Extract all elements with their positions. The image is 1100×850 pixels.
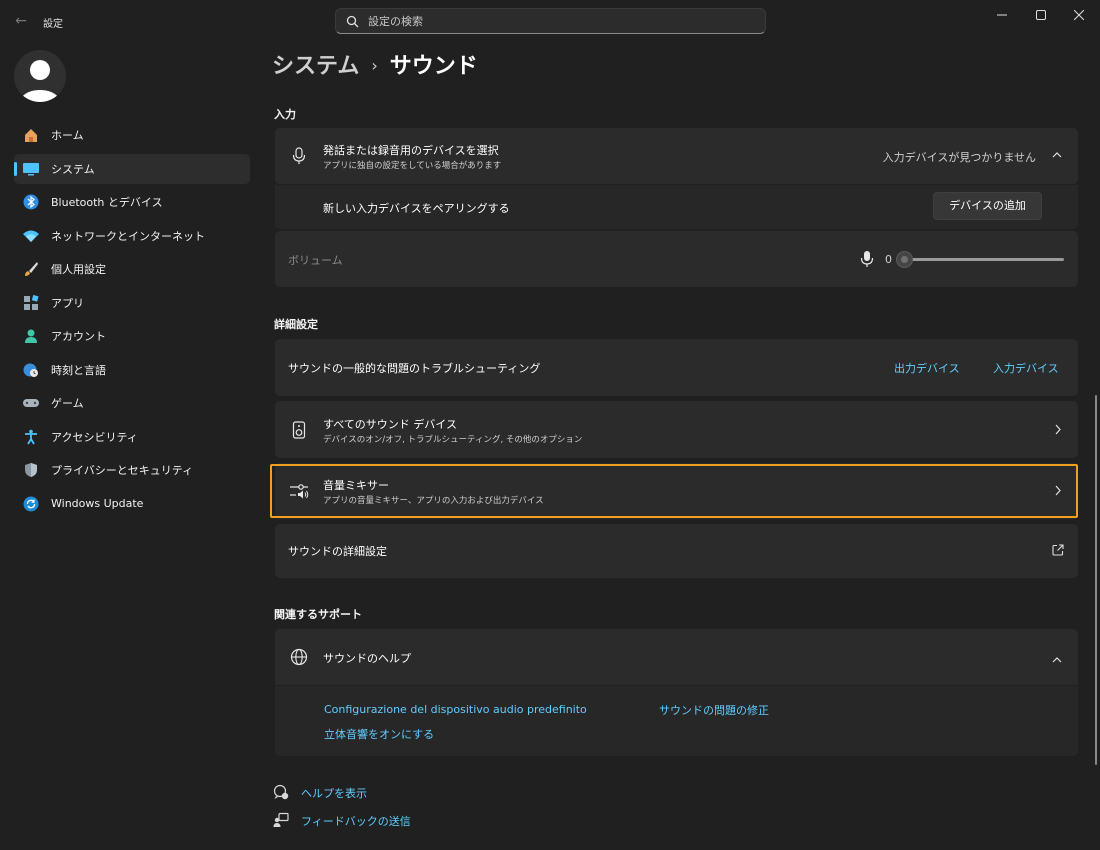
more-sound-settings-title: サウンドの詳細設定 — [288, 545, 387, 558]
troubleshoot-row: サウンドの一般的な問題のトラブルシューティング 出力デバイス 入力デバイス — [275, 339, 1078, 396]
section-heading-input: 入力 — [274, 108, 296, 121]
volume-slider-track[interactable] — [905, 258, 1064, 261]
all-sound-devices-row[interactable]: すべてのサウンド デバイス デバイスのオン/オフ, トラブルシューティング, そ… — [275, 401, 1078, 458]
help-link-spatial-sound[interactable]: 立体音響をオンにする — [324, 726, 434, 742]
input-device-select-row[interactable]: 発話または録音用のデバイスを選択 アプリに独自の設定をしている場合があります 入… — [275, 128, 1078, 184]
scrollbar[interactable] — [1095, 395, 1097, 765]
gamepad-icon — [22, 395, 40, 411]
pair-input-device-row: 新しい入力デバイスをペアリングする デバイスの追加 — [275, 185, 1078, 229]
account-icon — [22, 328, 40, 344]
troubleshoot-output-link[interactable]: 出力デバイス — [894, 360, 960, 376]
chevron-right-icon — [1054, 424, 1062, 438]
close-button[interactable] — [1060, 0, 1098, 30]
sidebar-item-personalization[interactable]: 個人用設定 — [14, 254, 250, 284]
sidebar-item-label: プライバシーとセキュリティ — [51, 464, 194, 477]
sidebar-item-label: ネットワークとインターネット — [51, 229, 205, 243]
sidebar-nav: ホーム システム Bluetooth とデバイス ネットワークとインターネット … — [14, 120, 250, 522]
help-icon — [273, 784, 291, 802]
app-title: 設定 — [43, 19, 63, 30]
sidebar-item-system[interactable]: システム — [14, 153, 250, 184]
sidebar-item-accessibility[interactable]: アクセシビリティ — [14, 422, 250, 452]
all-sound-devices-title: すべてのサウンド デバイス — [323, 418, 457, 431]
sidebar-item-network[interactable]: ネットワークとインターネット — [14, 221, 250, 251]
volume-label: ボリューム — [288, 254, 343, 267]
help-link-default-audio[interactable]: Configurazione del dispositivo audio pre… — [324, 703, 587, 716]
troubleshoot-title: サウンドの一般的な問題のトラブルシューティング — [288, 362, 541, 375]
sidebar-item-label: アカウント — [51, 330, 106, 343]
accessibility-icon — [22, 429, 40, 445]
sidebar-item-label: 個人用設定 — [51, 263, 106, 276]
home-icon — [22, 127, 40, 143]
sidebar-item-apps[interactable]: アプリ — [14, 288, 250, 318]
speaker-icon — [289, 420, 309, 440]
back-arrow-icon[interactable]: ← — [10, 10, 32, 32]
page-title: サウンド — [389, 54, 478, 79]
sidebar-item-label: アプリ — [51, 296, 84, 310]
sidebar-item-label: アクセシビリティ — [51, 430, 138, 444]
search-input[interactable] — [368, 12, 748, 30]
external-link-icon — [1052, 544, 1064, 559]
update-icon — [22, 496, 40, 512]
sidebar-item-privacy[interactable]: プライバシーとセキュリティ — [14, 455, 250, 485]
all-sound-devices-description: デバイスのオン/オフ, トラブルシューティング, その他のオプション — [323, 435, 583, 445]
sidebar-item-bluetooth[interactable]: Bluetooth とデバイス — [14, 187, 250, 217]
microphone-icon — [289, 146, 309, 166]
section-heading-support: 関連するサポート — [274, 608, 362, 621]
wifi-icon — [22, 228, 40, 244]
input-device-select-title: 発話または録音用のデバイスを選択 — [323, 144, 499, 157]
feedback-icon — [273, 812, 291, 830]
sidebar-item-label: 時刻と言語 — [51, 363, 106, 377]
minimize-button[interactable] — [983, 0, 1021, 30]
system-icon — [22, 161, 40, 177]
sidebar-item-home[interactable]: ホーム — [14, 120, 250, 150]
sound-help-title: サウンドのヘルプ — [323, 652, 411, 665]
sound-help-links: Configurazione del dispositivo audio pre… — [275, 686, 1078, 756]
sidebar-item-time-language[interactable]: 時刻と言語 — [14, 355, 250, 385]
sound-help-row[interactable]: サウンドのヘルプ — [275, 629, 1078, 685]
more-sound-settings-row[interactable]: サウンドの詳細設定 — [275, 524, 1078, 578]
chevron-up-icon[interactable] — [1052, 148, 1062, 162]
microphone-icon[interactable] — [860, 250, 874, 271]
close-icon — [1074, 10, 1084, 20]
sidebar-item-label: ゲーム — [51, 397, 84, 410]
get-help-link[interactable]: ヘルプを表示 — [301, 785, 367, 801]
breadcrumb: システム › サウンド — [272, 48, 478, 80]
minimize-icon — [997, 14, 1007, 16]
chevron-up-icon[interactable] — [1052, 653, 1062, 667]
sidebar-item-gaming[interactable]: ゲーム — [14, 388, 250, 418]
sidebar-item-label: Bluetooth とデバイス — [51, 196, 163, 209]
sidebar-item-label: Windows Update — [51, 497, 144, 510]
volume-value: 0 — [885, 253, 892, 266]
search-icon — [346, 15, 359, 28]
troubleshoot-input-link[interactable]: 入力デバイス — [993, 360, 1059, 376]
sidebar-item-windows-update[interactable]: Windows Update — [14, 489, 250, 519]
breadcrumb-parent[interactable]: システム — [272, 54, 359, 79]
globe-icon — [289, 647, 309, 667]
apps-icon — [22, 294, 40, 311]
bluetooth-icon — [22, 194, 40, 210]
user-silhouette-icon — [20, 60, 60, 102]
sidebar-item-label: システム — [51, 162, 95, 176]
search-box[interactable] — [335, 8, 766, 34]
maximize-icon — [1036, 10, 1046, 20]
section-heading-advanced: 詳細設定 — [274, 318, 318, 331]
shield-icon — [22, 462, 40, 478]
avatar[interactable] — [14, 50, 66, 102]
globe-clock-icon — [22, 362, 40, 378]
sidebar-item-label: ホーム — [51, 129, 84, 142]
input-device-status: 入力デバイスが見つかりません — [882, 151, 1036, 164]
brush-icon — [22, 261, 40, 277]
pair-input-device-title: 新しい入力デバイスをペアリングする — [323, 202, 510, 215]
sidebar-item-accounts[interactable]: アカウント — [14, 321, 250, 351]
maximize-button[interactable] — [1022, 0, 1060, 30]
send-feedback-link[interactable]: フィードバックの送信 — [301, 813, 411, 829]
add-device-button[interactable]: デバイスの追加 — [933, 192, 1042, 220]
help-link-fix-sound[interactable]: サウンドの問題の修正 — [659, 702, 769, 718]
breadcrumb-separator: › — [371, 56, 378, 75]
focus-highlight — [270, 464, 1078, 518]
input-device-select-description: アプリに独自の設定をしている場合があります — [323, 161, 502, 171]
volume-slider-thumb[interactable] — [896, 251, 913, 268]
title-bar: ← 設定 — [0, 0, 1100, 44]
